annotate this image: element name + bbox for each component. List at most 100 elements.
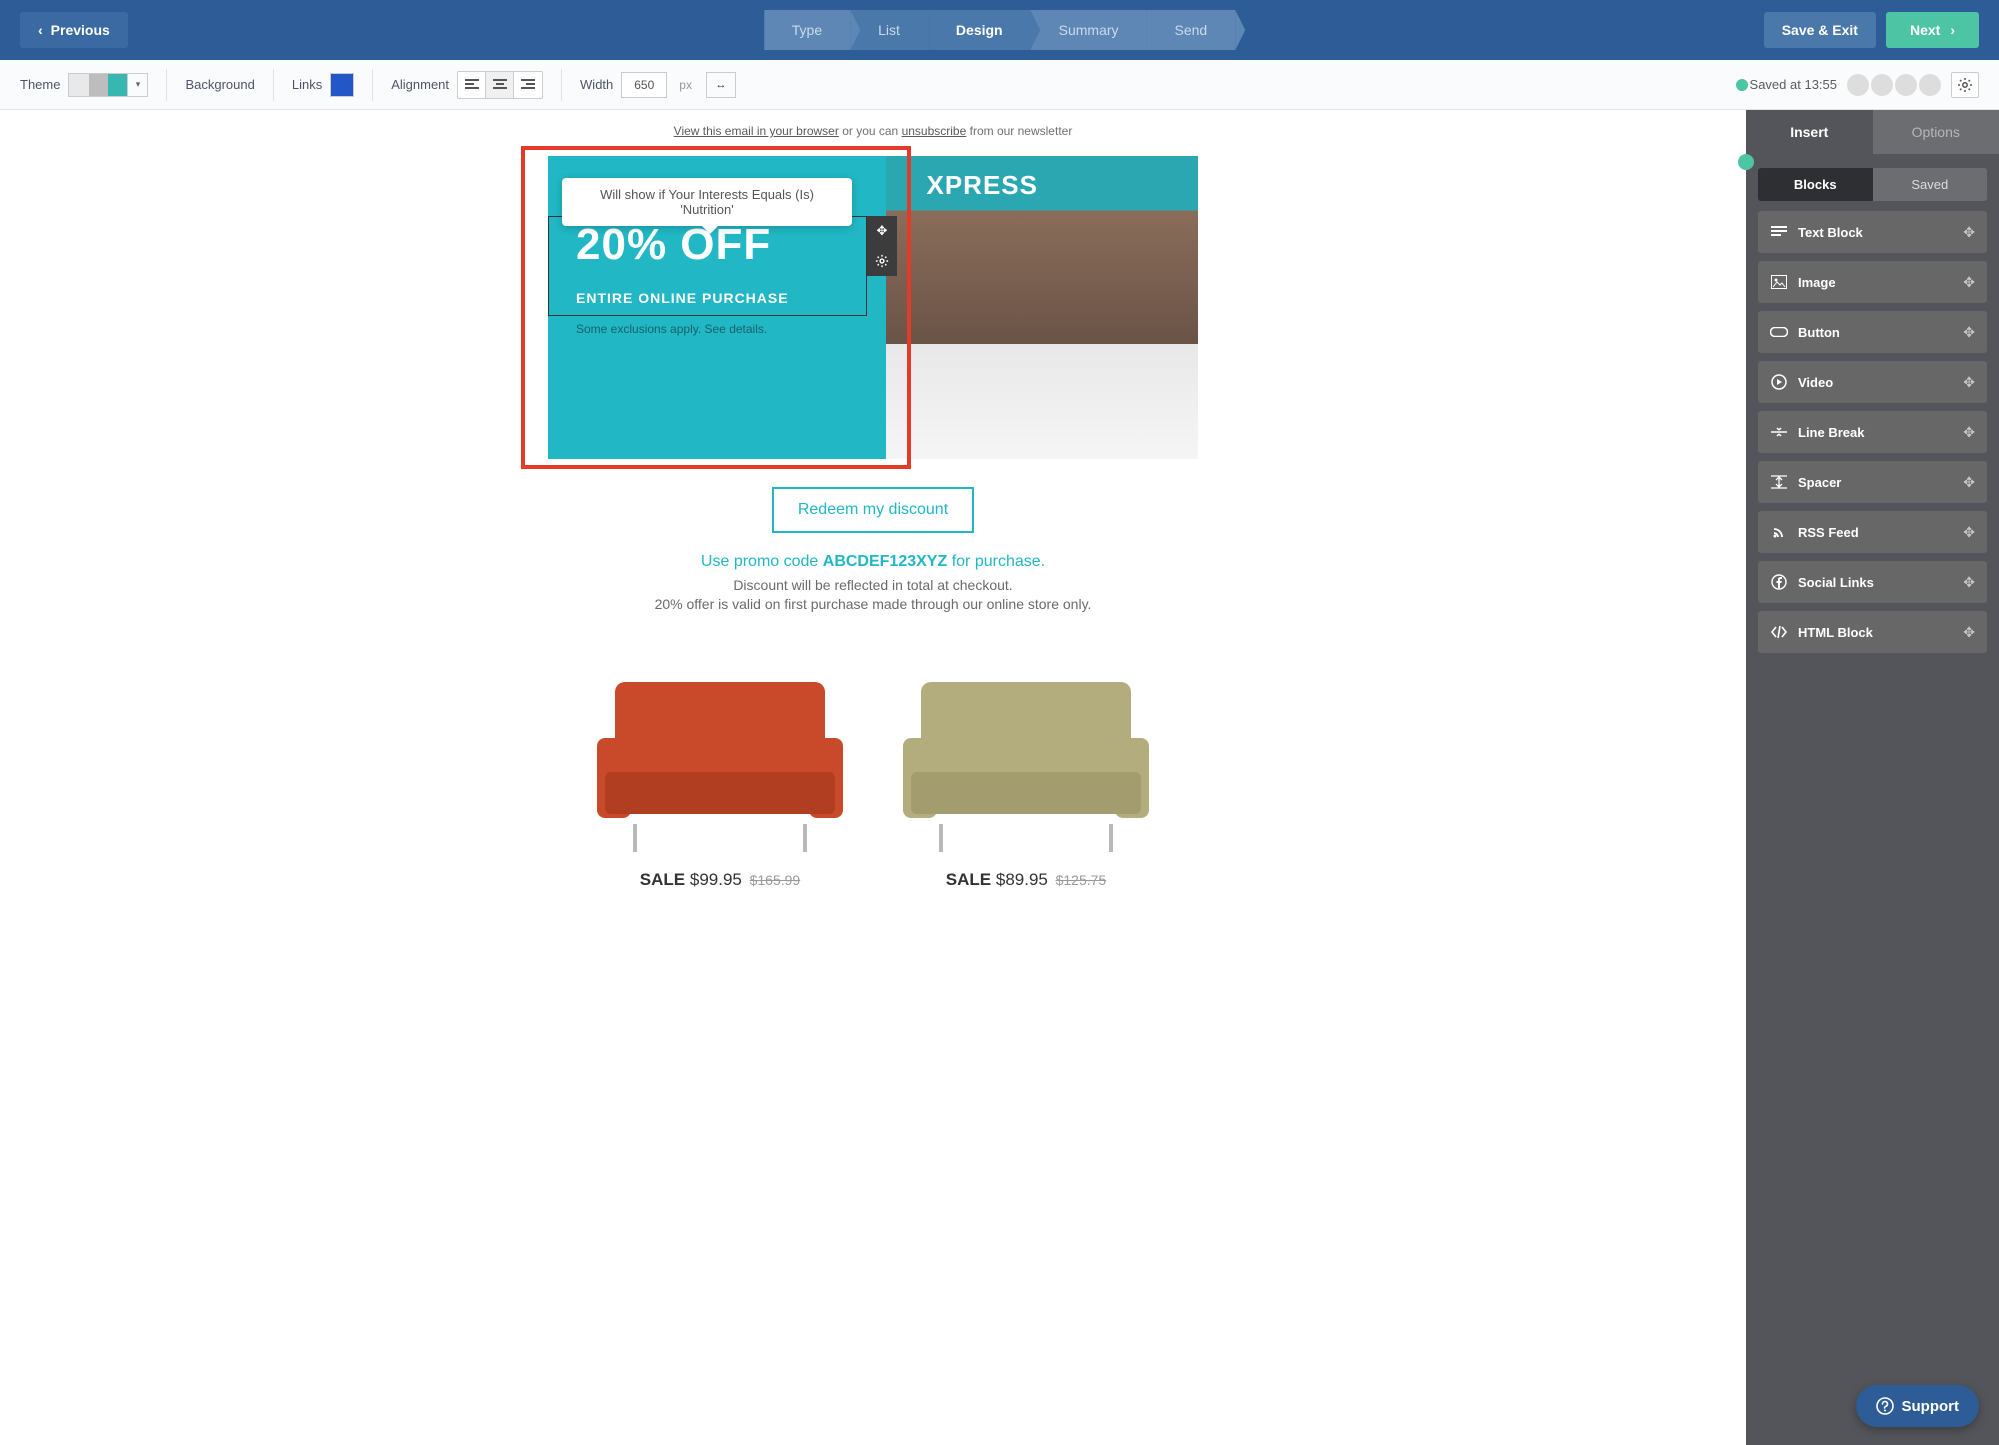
- preheader: View this email in your browser or you c…: [0, 124, 1746, 138]
- settings-button[interactable]: [1951, 72, 1979, 98]
- hero-section[interactable]: XPRESS Will show if Your Interests Equal…: [548, 156, 1198, 459]
- previous-button[interactable]: ‹ Previous: [20, 12, 128, 48]
- top-right-actions: Save & Exit Next ›: [1764, 12, 1979, 48]
- saved-dot-icon: [1736, 79, 1748, 91]
- avatar[interactable]: [1847, 74, 1869, 96]
- rss-icon: [1770, 523, 1788, 541]
- align-center-icon: [493, 79, 507, 91]
- align-center-button[interactable]: [486, 72, 514, 98]
- links-group: Links: [292, 73, 354, 97]
- video-icon: [1770, 373, 1788, 391]
- avatar[interactable]: [1919, 74, 1941, 96]
- width-group: Width px ↔: [580, 72, 736, 98]
- product-card[interactable]: SALE $89.95 $125.75: [891, 682, 1161, 890]
- top-navbar: ‹ Previous Type List Design Summary Send…: [0, 0, 1999, 60]
- block-text[interactable]: Text Block ✥: [1758, 211, 1987, 253]
- gear-icon: [1957, 77, 1973, 93]
- promo-code: ABCDEF123XYZ: [823, 553, 947, 570]
- align-right-button[interactable]: [514, 72, 542, 98]
- next-label: Next: [1910, 22, 1940, 38]
- block-html[interactable]: HTML Block ✥: [1758, 611, 1987, 653]
- sidebar-marker-icon: [1738, 154, 1754, 170]
- move-icon: ✥: [877, 223, 888, 239]
- social-icon: [1770, 573, 1788, 591]
- tab-options[interactable]: Options: [1873, 110, 1999, 154]
- links-color-swatch[interactable]: [330, 73, 354, 97]
- wizard-steps: Type List Design Summary Send: [764, 10, 1235, 50]
- right-sidebar: Insert Options Blocks Saved Text Block ✥…: [1746, 110, 1999, 1445]
- next-button[interactable]: Next ›: [1886, 12, 1979, 48]
- align-left-button[interactable]: [458, 72, 486, 98]
- drag-icon: ✥: [1963, 224, 1975, 241]
- promo-sub-1: Discount will be reflected in total at c…: [548, 577, 1198, 593]
- support-label: Support: [1902, 1398, 1960, 1415]
- condition-tooltip: Will show if Your Interests Equals (Is) …: [562, 178, 852, 226]
- image-icon: [1770, 273, 1788, 291]
- block-linebreak[interactable]: Line Break ✥: [1758, 411, 1987, 453]
- step-send[interactable]: Send: [1147, 10, 1236, 50]
- width-input[interactable]: [621, 72, 667, 98]
- alignment-group: Alignment: [391, 71, 543, 99]
- gear-icon: [875, 254, 889, 268]
- step-design[interactable]: Design: [928, 10, 1031, 50]
- block-settings-button[interactable]: [867, 246, 897, 276]
- canvas[interactable]: View this email in your browser or you c…: [0, 110, 1746, 1445]
- step-type[interactable]: Type: [764, 10, 850, 50]
- align-right-icon: [521, 79, 535, 91]
- chevron-left-icon: ‹: [38, 22, 43, 38]
- promo-line: Use promo code ABCDEF123XYZ for purchase…: [548, 553, 1198, 571]
- chevron-right-icon: ›: [1950, 22, 1955, 38]
- drag-icon: ✥: [1963, 474, 1975, 491]
- block-rss[interactable]: RSS Feed ✥: [1758, 511, 1987, 553]
- block-social[interactable]: Social Links ✥: [1758, 561, 1987, 603]
- theme-swatch[interactable]: [68, 73, 128, 97]
- width-expand-button[interactable]: ↔: [706, 72, 736, 98]
- subtab-blocks[interactable]: Blocks: [1758, 168, 1873, 201]
- step-summary[interactable]: Summary: [1031, 10, 1147, 50]
- view-in-browser-link[interactable]: View this email in your browser: [674, 124, 839, 138]
- block-button[interactable]: Button ✥: [1758, 311, 1987, 353]
- sidebar-subtabs: Blocks Saved: [1758, 168, 1987, 201]
- product-image: [595, 682, 845, 852]
- step-list[interactable]: List: [850, 10, 928, 50]
- products-row: SALE $99.95 $165.99 SALE $89.95 $125.75: [548, 682, 1198, 890]
- toolbar-right: Saved at 13:55: [1736, 72, 1979, 98]
- text-icon: [1770, 223, 1788, 241]
- block-spacer[interactable]: Spacer ✥: [1758, 461, 1987, 503]
- previous-label: Previous: [51, 22, 110, 38]
- promo-sub-2: 20% offer is valid on first purchase mad…: [548, 596, 1198, 612]
- product-card[interactable]: SALE $99.95 $165.99: [585, 682, 855, 890]
- help-icon: [1876, 1397, 1894, 1415]
- block-image[interactable]: Image ✥: [1758, 261, 1987, 303]
- divider-icon: [1770, 423, 1788, 441]
- block-video[interactable]: Video ✥: [1758, 361, 1987, 403]
- saved-status: Saved at 13:55: [1736, 77, 1837, 92]
- avatar[interactable]: [1871, 74, 1893, 96]
- drag-icon: ✥: [1963, 424, 1975, 441]
- background-label[interactable]: Background: [185, 77, 254, 92]
- subtab-saved[interactable]: Saved: [1873, 168, 1988, 201]
- cta-row: Redeem my discount: [548, 487, 1198, 533]
- move-block-button[interactable]: ✥: [867, 216, 897, 246]
- width-label: Width: [580, 77, 613, 92]
- theme-group: Theme ▾: [20, 73, 148, 97]
- theme-label: Theme: [20, 77, 60, 92]
- block-controls: ✥: [867, 216, 897, 276]
- tab-insert[interactable]: Insert: [1746, 110, 1873, 154]
- price-line: SALE $99.95 $165.99: [585, 870, 855, 890]
- button-icon: [1770, 323, 1788, 341]
- drag-icon: ✥: [1963, 324, 1975, 341]
- sidebar-tabs: Insert Options: [1746, 110, 1999, 154]
- save-exit-button[interactable]: Save & Exit: [1764, 12, 1876, 48]
- support-button[interactable]: Support: [1856, 1385, 1980, 1427]
- brand-logo: XPRESS: [927, 170, 1039, 201]
- drag-icon: ✥: [1963, 524, 1975, 541]
- avatar[interactable]: [1895, 74, 1917, 96]
- product-image: [901, 682, 1151, 852]
- redeem-button[interactable]: Redeem my discount: [772, 487, 974, 533]
- theme-dropdown[interactable]: ▾: [128, 73, 148, 97]
- blocks-list: Text Block ✥ Image ✥ Button ✥ Video ✥ Li…: [1746, 211, 1999, 653]
- hero-overlay[interactable]: Will show if Your Interests Equals (Is) …: [548, 156, 886, 459]
- unsubscribe-link[interactable]: unsubscribe: [902, 124, 967, 138]
- alignment-label: Alignment: [391, 77, 449, 92]
